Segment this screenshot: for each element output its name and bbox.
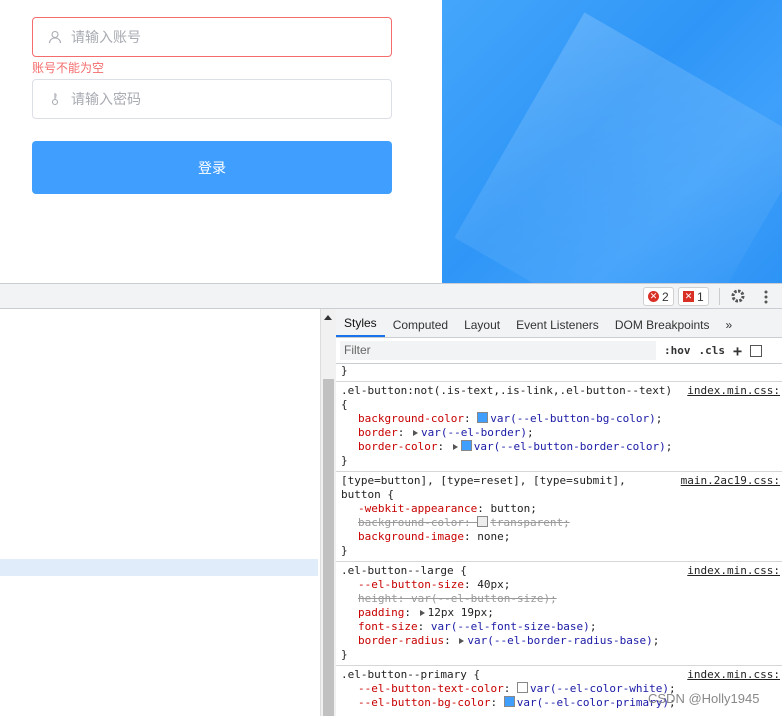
color-swatch[interactable]	[477, 412, 489, 423]
color-swatch[interactable]	[460, 440, 472, 451]
account-error-message: 账号不能为空	[32, 61, 105, 75]
rule-source-link[interactable]: main.2ac19.css:	[681, 474, 780, 488]
scrollbar-thumb[interactable]	[323, 379, 334, 716]
rule-source-link[interactable]: index.min.css:	[687, 668, 780, 682]
login-button[interactable]: 登录	[32, 141, 392, 194]
rule-open-brace: {	[341, 398, 348, 411]
tab-computed[interactable]: Computed	[385, 318, 456, 337]
expand-triangle-icon[interactable]	[413, 430, 418, 436]
issue-icon: ✕	[683, 291, 694, 302]
devtools-toolbar: ✕ 2 ✕ 1	[0, 283, 782, 309]
css-property[interactable]: -webkit-appearance: button;	[341, 502, 782, 516]
hero-background-panel	[442, 0, 782, 283]
color-swatch[interactable]	[503, 696, 515, 707]
more-options-icon[interactable]	[762, 289, 770, 310]
error-icon: ✕	[648, 291, 659, 302]
user-icon	[47, 29, 63, 45]
expand-triangle-icon[interactable]	[452, 444, 458, 450]
account-input[interactable]: 请输入账号	[32, 17, 392, 57]
style-rule: .el-button--large { index.min.css: --el-…	[336, 562, 782, 666]
css-property[interactable]: background-image: none;	[341, 530, 782, 544]
login-form: 请输入账号 账号不能为空 请输入密码 登录	[32, 17, 392, 194]
style-rule: }	[336, 364, 782, 382]
issue-count: 1	[697, 289, 704, 304]
expand-triangle-icon[interactable]	[459, 638, 465, 644]
css-property[interactable]: border: var(--el-border);	[341, 426, 782, 440]
tab-layout[interactable]: Layout	[456, 318, 508, 337]
login-page: 请输入账号 账号不能为空 请输入密码 登录	[0, 0, 782, 283]
rule-close-brace: }	[341, 454, 348, 467]
styles-filter-bar: Filter :hov .cls +	[336, 338, 782, 364]
watermark: CSDN @Holly1945	[648, 691, 760, 706]
settings-gear-icon[interactable]	[730, 288, 746, 309]
key-icon	[47, 91, 63, 107]
expand-triangle-icon[interactable]	[419, 610, 425, 616]
tab-dom-breakpoints[interactable]: DOM Breakpoints	[607, 318, 718, 337]
style-rule: .el-button:not(.is-text,.is-link,.el-but…	[336, 382, 782, 472]
cls-toggle[interactable]: .cls	[699, 344, 726, 357]
elements-panel	[0, 309, 320, 716]
css-property-overridden[interactable]: background-color: transparent;	[341, 516, 782, 530]
hov-toggle[interactable]: :hov	[664, 344, 691, 357]
color-swatch[interactable]	[516, 682, 528, 693]
css-property-overridden[interactable]: height: var(--el-button-size);	[341, 592, 782, 606]
rule-source-link[interactable]: index.min.css:	[687, 564, 780, 578]
color-swatch[interactable]	[477, 516, 489, 527]
rule-close-brace: }	[341, 364, 348, 377]
selected-dom-node-row[interactable]	[0, 559, 318, 576]
account-placeholder: 请输入账号	[71, 29, 141, 45]
css-property[interactable]: --el-button-size: 40px;	[341, 578, 782, 592]
css-property[interactable]: border-radius: var(--el-border-radius-ba…	[341, 634, 782, 648]
tab-styles[interactable]: Styles	[336, 316, 385, 337]
rule-close-brace: }	[341, 544, 348, 557]
more-tabs-icon[interactable]: »	[718, 318, 741, 337]
rule-close-brace: }	[341, 648, 348, 661]
scroll-up-arrow-icon[interactable]	[324, 315, 332, 320]
css-property[interactable]: font-size: var(--el-font-size-base);	[341, 620, 782, 634]
error-count: 2	[662, 289, 669, 304]
css-property[interactable]: background-color: var(--el-button-bg-col…	[341, 412, 782, 426]
elements-scrollbar[interactable]	[320, 309, 336, 716]
css-property[interactable]: padding: 12px 19px;	[341, 606, 782, 620]
style-rule: [type=button], [type=reset], [type=submi…	[336, 472, 782, 562]
errors-badge[interactable]: ✕ 2	[643, 287, 674, 306]
password-input[interactable]: 请输入密码	[32, 79, 392, 119]
password-placeholder: 请输入密码	[71, 91, 141, 107]
rule-selector-2: button {	[341, 488, 394, 501]
css-property[interactable]: border-color: var(--el-button-border-col…	[341, 440, 782, 454]
toggle-sidebar-icon[interactable]	[750, 344, 763, 357]
filter-input[interactable]: Filter	[340, 341, 656, 360]
styles-pane: Styles Computed Layout Event Listeners D…	[336, 309, 782, 716]
styles-tabbar: Styles Computed Layout Event Listeners D…	[336, 309, 782, 338]
issues-badge[interactable]: ✕ 1	[678, 287, 709, 306]
tab-event-listeners[interactable]: Event Listeners	[508, 318, 607, 337]
rule-source-link[interactable]: index.min.css:	[687, 384, 780, 398]
new-rule-button[interactable]: +	[733, 342, 742, 360]
